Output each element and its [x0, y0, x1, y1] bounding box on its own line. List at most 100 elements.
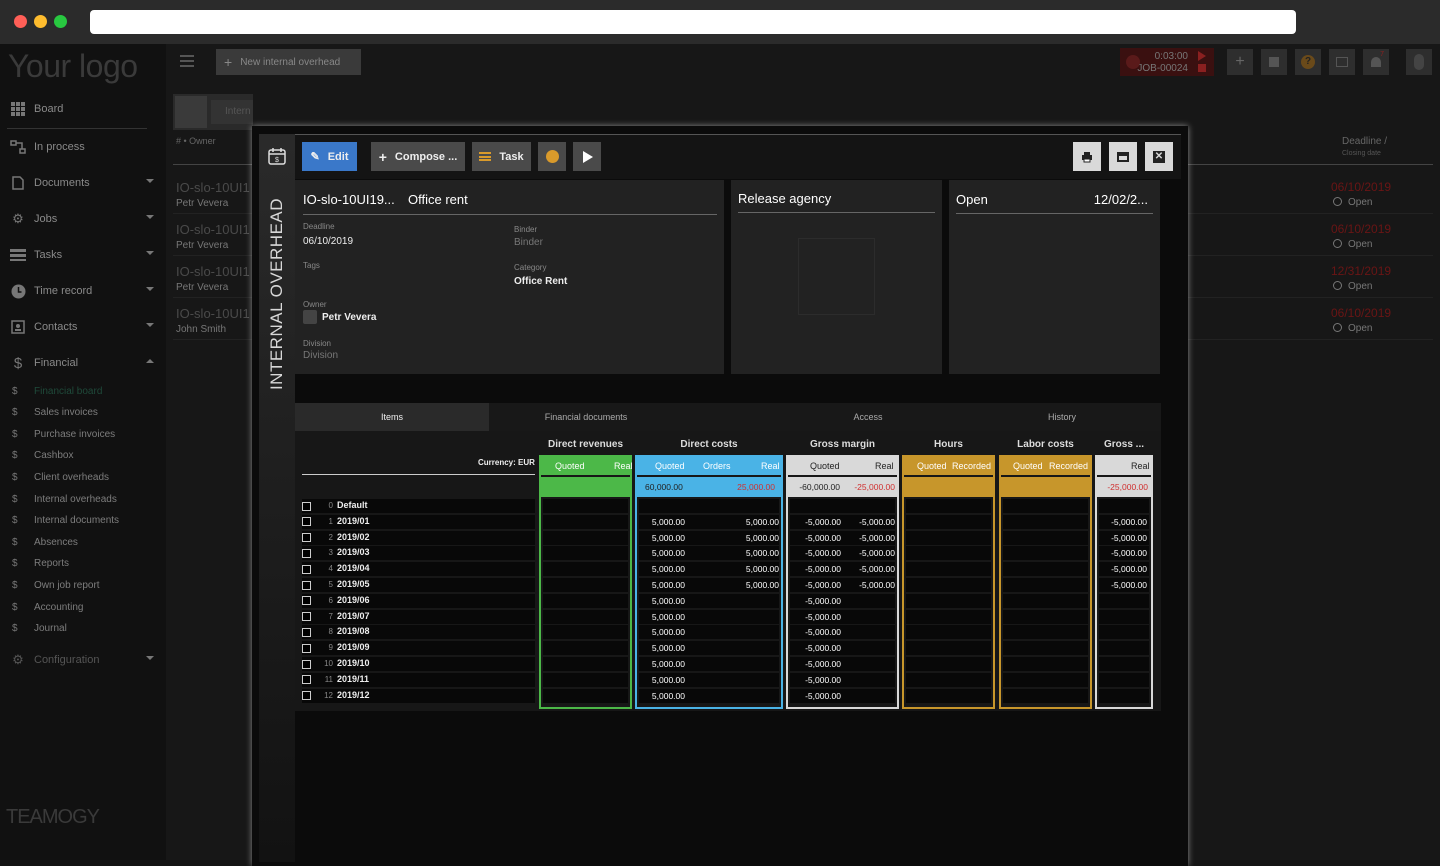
subheader[interactable]: Quoted — [655, 456, 685, 476]
row-label[interactable]: 2019/11 — [337, 674, 369, 684]
subheader[interactable]: Real — [614, 456, 633, 476]
minimize-window-button[interactable] — [34, 15, 47, 28]
subheader[interactable]: Quoted — [555, 456, 585, 476]
subheader[interactable]: Quoted — [917, 456, 947, 476]
sidebar-item-configuration[interactable]: ⚙ Configuration — [0, 645, 166, 675]
subheader[interactable]: Recorded — [1049, 456, 1088, 476]
row-label[interactable]: 2019/10 — [337, 658, 370, 668]
subheader[interactable]: Quoted — [1013, 456, 1043, 476]
task-button[interactable]: Task — [472, 142, 531, 171]
sidebar-subitem[interactable]: $ Sales invoices — [0, 403, 166, 423]
row-checkbox[interactable] — [302, 580, 311, 590]
time-button[interactable] — [538, 142, 566, 171]
subheader[interactable]: Recorded — [952, 456, 991, 476]
sidebar-subitem[interactable]: $ Accounting — [0, 597, 166, 617]
maximize-button[interactable] — [1109, 142, 1137, 171]
row-checkbox[interactable] — [302, 533, 311, 543]
row-label[interactable]: 2019/12 — [337, 690, 370, 700]
subheader[interactable]: Real — [761, 456, 780, 476]
row-label[interactable]: 2019/05 — [337, 579, 370, 589]
row-checkbox[interactable] — [302, 501, 311, 511]
deadline-value[interactable]: 06/10/2019 — [303, 236, 353, 247]
row-checkbox[interactable] — [302, 643, 311, 653]
tab-history[interactable]: History — [965, 403, 1159, 431]
background-tab[interactable]: Intern — [211, 100, 253, 124]
subheader[interactable]: Orders — [703, 456, 731, 476]
sidebar-item-time-record[interactable]: Time record — [0, 276, 166, 306]
cell-value: 5,000.00 — [651, 627, 685, 638]
sidebar-subitem[interactable]: $ Journal — [0, 619, 166, 639]
edit-button[interactable]: ✎ Edit — [302, 142, 357, 171]
notes-icon[interactable] — [1261, 49, 1287, 75]
sidebar-subitem[interactable]: $ Purchase invoices — [0, 424, 166, 444]
cell-value: -5,000.00 — [805, 548, 841, 559]
print-icon[interactable] — [1329, 49, 1355, 75]
row-checkbox[interactable] — [302, 548, 311, 558]
sidebar-subitem[interactable]: $ Cashbox — [0, 446, 166, 466]
row-checkbox[interactable] — [302, 612, 311, 622]
row-label[interactable]: 2019/01 — [337, 516, 370, 526]
sidebar-subitem[interactable]: $ Reports — [0, 554, 166, 574]
row-label[interactable]: 2019/08 — [337, 626, 370, 636]
avatar[interactable] — [1406, 49, 1432, 75]
row-checkbox[interactable] — [302, 691, 311, 701]
sidebar-item-in-process[interactable]: In process — [0, 132, 166, 162]
sidebar-item-contacts[interactable]: Contacts — [0, 312, 166, 342]
play-icon[interactable] — [1198, 51, 1206, 61]
sidebar-item-documents[interactable]: Documents — [0, 168, 166, 198]
row-checkbox[interactable] — [302, 675, 311, 685]
row-checkbox[interactable] — [302, 564, 311, 574]
new-internal-overhead-button[interactable]: + New internal overhead — [216, 49, 361, 75]
maximize-window-button[interactable] — [54, 15, 67, 28]
help-icon[interactable]: ? — [1295, 49, 1321, 75]
item-title[interactable]: Office rent — [408, 192, 468, 207]
stop-icon[interactable] — [1198, 64, 1206, 72]
sidebar-item-label: Configuration — [34, 654, 100, 666]
dollar-icon: $ — [12, 623, 18, 635]
row-label[interactable]: 2019/04 — [337, 563, 370, 573]
sidebar-item-jobs[interactable]: ⚙ Jobs — [0, 204, 166, 234]
row-checkbox[interactable] — [302, 517, 311, 527]
sidebar-subitem[interactable]: $ Client overheads — [0, 467, 166, 487]
row-label[interactable]: 2019/09 — [337, 642, 370, 652]
row-label[interactable]: Default — [337, 500, 368, 510]
subheader[interactable]: Quoted — [810, 456, 840, 476]
tab-financial-documents[interactable]: Financial documents — [489, 403, 683, 431]
subheader[interactable]: Real — [875, 456, 894, 476]
division-value[interactable]: Division — [303, 350, 338, 361]
compose-button[interactable]: + Compose ... — [371, 142, 465, 171]
sidebar-subitem[interactable]: $ Internal overheads — [0, 489, 166, 509]
row-label[interactable]: 2019/02 — [337, 532, 370, 542]
tab-items[interactable]: Items — [295, 403, 489, 431]
sidebar-item-financial[interactable]: $ Financial — [0, 348, 166, 378]
owner-value[interactable]: Petr Vevera — [322, 312, 377, 323]
sidebar-subitem[interactable]: $ Financial board — [0, 381, 166, 401]
binder-value[interactable]: Binder — [514, 237, 543, 248]
print-button[interactable] — [1073, 142, 1101, 171]
row-label[interactable]: 2019/06 — [337, 595, 370, 605]
menu-icon[interactable] — [180, 55, 194, 67]
row-label[interactable]: 2019/03 — [337, 547, 370, 557]
play-button[interactable] — [573, 142, 601, 171]
close-button[interactable]: ✕ — [1145, 142, 1173, 171]
timer-widget[interactable]: 0:03:00 JOB-00024 — [1120, 48, 1214, 76]
sidebar-subitem[interactable]: $ Absences — [0, 532, 166, 552]
sidebar-subitem[interactable]: $ Own job report — [0, 575, 166, 595]
add-icon[interactable]: + — [1227, 49, 1253, 75]
row-checkbox[interactable] — [302, 596, 311, 606]
sidebar-item-board[interactable]: Board — [0, 94, 166, 124]
status-value[interactable]: Open — [956, 192, 988, 207]
divider — [7, 128, 147, 129]
row-cell — [1099, 672, 1149, 687]
category-value[interactable]: Office Rent — [514, 276, 567, 287]
address-bar[interactable] — [90, 10, 1296, 34]
bell-icon[interactable]: 7 — [1363, 49, 1389, 75]
sidebar-item-tasks[interactable]: Tasks — [0, 240, 166, 270]
row-checkbox[interactable] — [302, 659, 311, 669]
sidebar-subitem[interactable]: $ Internal documents — [0, 511, 166, 531]
tab-access[interactable]: Access — [771, 403, 965, 431]
row-label[interactable]: 2019/07 — [337, 611, 370, 621]
row-checkbox[interactable] — [302, 627, 311, 637]
subheader[interactable]: Real — [1131, 456, 1150, 476]
close-window-button[interactable] — [14, 15, 27, 28]
